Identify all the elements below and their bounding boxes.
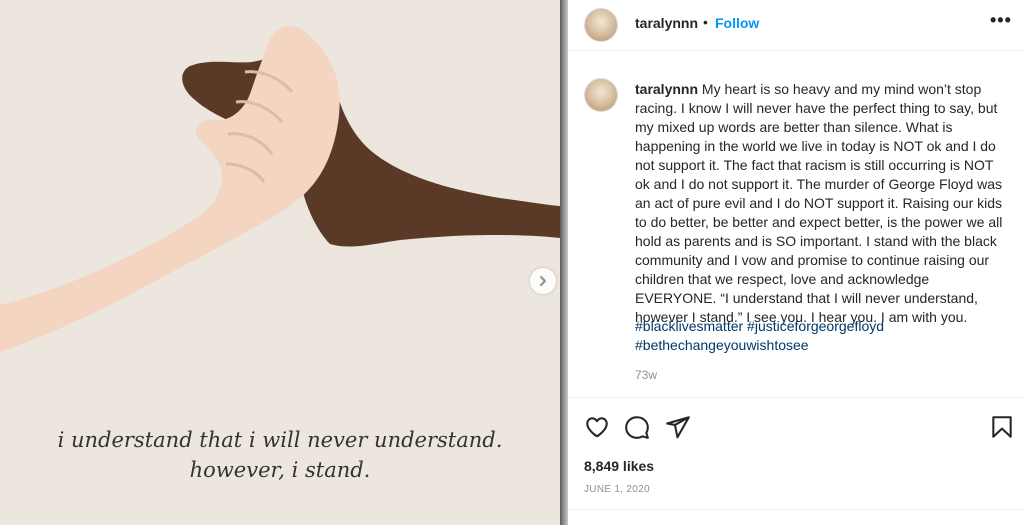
post-date[interactable]: JUNE 1, 2020	[584, 484, 650, 495]
image-quote-line-2: however, i stand.	[189, 458, 371, 482]
save-button[interactable]	[989, 414, 1015, 445]
separator-dot: •	[703, 14, 708, 30]
heart-icon	[586, 417, 608, 438]
follow-button[interactable]: Follow	[715, 15, 759, 31]
media-divider	[560, 0, 568, 525]
carousel-next-button[interactable]	[530, 268, 556, 294]
more-options-icon[interactable]: •••	[990, 10, 1012, 31]
share-button[interactable]	[665, 414, 691, 445]
post-header: taralynnn • Follow •••	[568, 0, 1024, 51]
actions-divider	[568, 397, 1024, 398]
caption-timestamp[interactable]: 73w	[635, 368, 657, 382]
caption-username-link[interactable]: taralynnn	[635, 81, 698, 97]
hashtag-link[interactable]: #blacklivesmatter	[635, 318, 743, 334]
bookmark-icon	[992, 416, 1012, 438]
post-caption: taralynnn My heart is so heavy and my mi…	[635, 80, 1010, 327]
avatar[interactable]	[584, 8, 618, 42]
chevron-right-icon	[540, 276, 546, 286]
image-quote-line-1: i understand that i will never understan…	[57, 428, 503, 452]
hashtag-list: #blacklivesmatter #justiceforgeorgefloyd…	[635, 317, 1010, 355]
hashtag-link[interactable]: #bethechangeyouwishtosee	[635, 337, 809, 353]
hashtag-link[interactable]: #justiceforgeorgefloyd	[747, 318, 884, 334]
caption-text: My heart is so heavy and my mind won’t s…	[635, 81, 1003, 325]
comment-box-divider	[568, 509, 1024, 510]
paper-plane-icon	[666, 416, 690, 439]
likes-count[interactable]: 8,849 likes	[584, 458, 654, 474]
comment-button[interactable]	[624, 414, 650, 445]
comment-icon	[625, 416, 649, 439]
header-username-link[interactable]: taralynnn	[635, 15, 698, 31]
post-media[interactable]: i understand that i will never understan…	[0, 0, 560, 525]
caption-avatar[interactable]	[584, 78, 618, 112]
like-button[interactable]	[584, 414, 610, 445]
post-side-panel: taralynnn • Follow ••• taralynnn My hear…	[568, 0, 1024, 525]
